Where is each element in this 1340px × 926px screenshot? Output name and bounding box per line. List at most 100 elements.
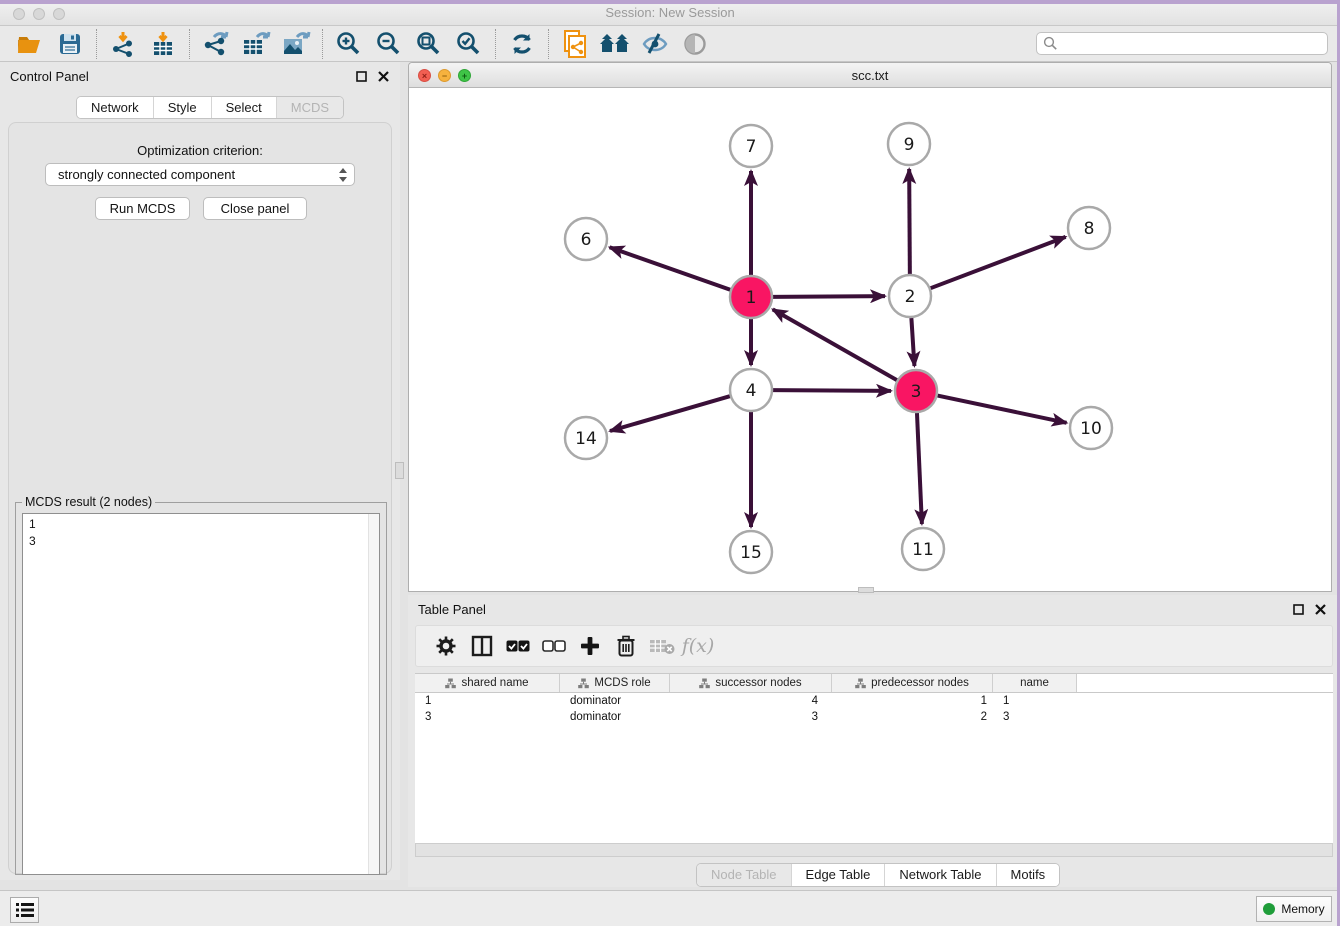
network-zoom-button[interactable]: + — [458, 69, 471, 82]
edge-1-2[interactable] — [773, 296, 885, 297]
memory-button[interactable]: Memory — [1256, 896, 1332, 922]
network-minimize-button[interactable]: − — [438, 69, 451, 82]
zoom-in-button[interactable] — [329, 28, 369, 60]
vertical-splitter-handle[interactable] — [395, 462, 404, 479]
edge-3-10[interactable] — [938, 396, 1067, 423]
hide-graphics-button[interactable] — [635, 28, 675, 60]
column-label: predecessor nodes — [871, 677, 969, 689]
status-bar: Memory — [0, 890, 1340, 926]
zoom-fit-button[interactable] — [409, 28, 449, 60]
edge-2-8[interactable] — [931, 237, 1066, 288]
clone-network-button[interactable] — [555, 28, 595, 60]
cell-name[interactable]: 1 — [993, 695, 1077, 707]
run-mcds-button[interactable]: Run MCDS — [95, 197, 190, 220]
destroy-table-button — [644, 629, 680, 663]
edge-2-3[interactable] — [911, 318, 914, 366]
tab-style[interactable]: Style — [154, 97, 212, 118]
close-window-button[interactable] — [13, 8, 25, 20]
tab-edge-table[interactable]: Edge Table — [792, 864, 886, 886]
export-network-button[interactable] — [196, 28, 236, 60]
add-row-button[interactable] — [572, 629, 608, 663]
optimization-criterion-select[interactable]: strongly connected component — [45, 163, 355, 186]
search-input[interactable] — [1058, 33, 1327, 54]
column-header-successor-nodes[interactable]: successor nodes — [670, 674, 832, 692]
delete-table-icon — [649, 637, 675, 655]
maximize-window-button[interactable] — [53, 8, 65, 20]
save-session-button[interactable] — [50, 28, 90, 60]
table-tabs: Node TableEdge TableNetwork TableMotifs — [696, 863, 1060, 887]
column-tree-icon — [578, 678, 589, 689]
home-button[interactable] — [595, 28, 635, 60]
select-all-columns-button[interactable] — [500, 629, 536, 663]
export-image-button[interactable] — [276, 28, 316, 60]
delete-row-button[interactable] — [608, 629, 644, 663]
search-icon — [1043, 36, 1058, 51]
network-canvas[interactable]: 1234678910111415 — [409, 88, 1331, 591]
disabled-eye-button — [675, 28, 715, 60]
column-label: successor nodes — [715, 677, 801, 689]
network-window-titlebar[interactable]: × − + scc.txt — [409, 63, 1331, 88]
mcds-result-text[interactable]: 1 3 — [22, 513, 380, 875]
node-label-1: 1 — [746, 288, 757, 308]
cell-MCDS-role[interactable]: dominator — [560, 695, 670, 707]
task-history-button[interactable] — [10, 897, 39, 923]
import-network-button[interactable] — [103, 28, 143, 60]
cell-predecessor-nodes[interactable]: 2 — [832, 711, 993, 723]
tab-network-table[interactable]: Network Table — [885, 864, 996, 886]
zoom-selected-button[interactable] — [449, 28, 489, 60]
edge-1-6[interactable] — [610, 247, 731, 289]
tab-select[interactable]: Select — [212, 97, 277, 118]
table-toolbar: f(x) — [415, 625, 1333, 667]
float-panel-button[interactable] — [354, 69, 368, 83]
edge-3-1[interactable] — [773, 309, 897, 380]
close-icon — [1315, 604, 1326, 615]
edge-2-9[interactable] — [909, 169, 910, 274]
column-header-MCDS-role[interactable]: MCDS role — [560, 674, 670, 692]
close-table-panel-button[interactable] — [1313, 602, 1327, 616]
show-columns-button[interactable] — [464, 629, 500, 663]
cell-shared-name[interactable]: 1 — [415, 695, 560, 707]
node-label-7: 7 — [746, 137, 757, 157]
tab-motifs[interactable]: Motifs — [997, 864, 1060, 886]
column-header-name[interactable]: name — [993, 674, 1077, 692]
table-row-1[interactable]: 1dominator411 — [415, 693, 1333, 709]
export-network-icon — [202, 31, 230, 57]
toolbar-separator — [96, 29, 97, 59]
import-table-button[interactable] — [143, 28, 183, 60]
tab-node-table[interactable]: Node Table — [697, 864, 792, 886]
table-row-2[interactable]: 3dominator323 — [415, 709, 1333, 725]
open-session-button[interactable] — [10, 28, 50, 60]
column-header-predecessor-nodes[interactable]: predecessor nodes — [832, 674, 993, 692]
float-table-panel-button[interactable] — [1291, 602, 1305, 616]
node-label-14: 14 — [575, 429, 597, 449]
window-top-edge — [0, 0, 1340, 4]
horizontal-splitter-handle[interactable] — [858, 587, 874, 593]
zoom-out-button[interactable] — [369, 28, 409, 60]
deselect-all-columns-button[interactable] — [536, 629, 572, 663]
toolbar-separator — [495, 29, 496, 59]
tab-network[interactable]: Network — [77, 97, 154, 118]
close-panel-button[interactable] — [376, 69, 390, 83]
edge-3-11[interactable] — [917, 413, 922, 524]
minimize-window-button[interactable] — [33, 8, 45, 20]
search-field[interactable] — [1036, 32, 1328, 55]
cell-successor-nodes[interactable]: 4 — [670, 695, 832, 707]
cell-shared-name[interactable]: 3 — [415, 711, 560, 723]
apply-layout-button[interactable] — [502, 28, 542, 60]
cell-name[interactable]: 3 — [993, 711, 1077, 723]
export-table-button[interactable] — [236, 28, 276, 60]
close-panel-action-button[interactable]: Close panel — [203, 197, 307, 220]
cell-successor-nodes[interactable]: 3 — [670, 711, 832, 723]
column-header-shared-name[interactable]: shared name — [415, 674, 560, 692]
node-table[interactable]: shared nameMCDS role successor nodes prede… — [415, 673, 1333, 843]
table-settings-button[interactable] — [428, 629, 464, 663]
edge-4-14[interactable] — [610, 396, 730, 431]
result-scrollbar[interactable] — [368, 514, 379, 874]
zoom-selected-icon — [456, 31, 482, 57]
edge-4-3[interactable] — [773, 390, 891, 391]
cell-MCDS-role[interactable]: dominator — [560, 711, 670, 723]
network-close-button[interactable]: × — [418, 69, 431, 82]
cell-predecessor-nodes[interactable]: 1 — [832, 695, 993, 707]
network-window-title: scc.txt — [409, 63, 1331, 88]
tab-mcds[interactable]: MCDS — [277, 97, 343, 118]
